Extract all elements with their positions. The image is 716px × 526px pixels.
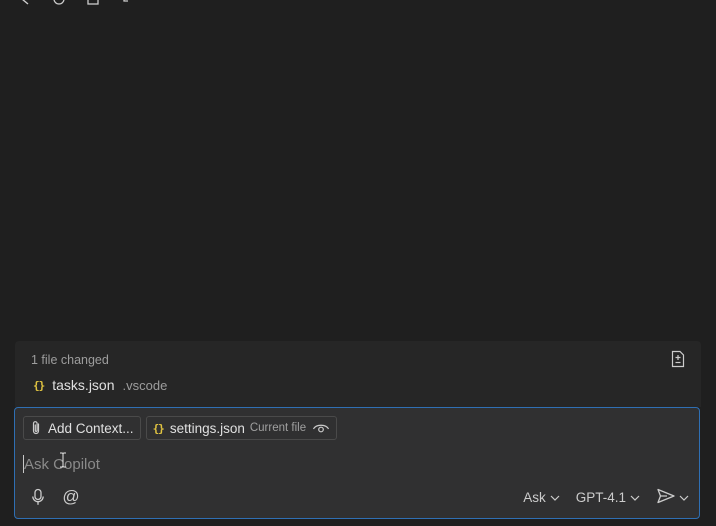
add-context-label: Add Context... <box>48 420 134 436</box>
mention-icon[interactable]: @ <box>62 487 80 506</box>
current-file-chip[interactable]: {} settings.json Current file <box>145 416 338 440</box>
eye-icon[interactable] <box>312 422 330 434</box>
json-braces-icon: {} <box>33 378 45 392</box>
chat-input-box: Add Context... {} settings.json Current … <box>14 407 700 519</box>
add-context-button[interactable]: Add Context... <box>23 416 141 440</box>
changed-file-row[interactable]: {} tasks.json .vscode <box>33 377 167 393</box>
save-icon[interactable] <box>86 0 100 6</box>
send-icon <box>656 488 676 507</box>
chat-view: 1 file changed {} tasks.json .vscode Add… <box>0 0 716 526</box>
prompt-area <box>23 452 683 476</box>
history-icon[interactable] <box>52 0 66 6</box>
send-button[interactable] <box>656 488 689 507</box>
mode-label: Ask <box>523 490 546 505</box>
context-row: Add Context... {} settings.json Current … <box>23 416 338 440</box>
current-file-name: settings.json <box>169 420 245 436</box>
ibeam-cursor-icon <box>59 452 67 468</box>
chevron-down-icon <box>550 490 560 505</box>
diff-file-icon[interactable] <box>669 350 687 368</box>
microphone-icon[interactable] <box>29 488 47 506</box>
tool-icon[interactable] <box>120 0 134 6</box>
changed-file-name: tasks.json <box>52 377 115 393</box>
current-file-tag: Current file <box>249 422 307 434</box>
prompt-input[interactable] <box>24 455 664 473</box>
chevron-down-icon <box>630 490 640 505</box>
input-left-actions: @ <box>29 487 80 506</box>
json-braces-icon: {} <box>152 421 165 435</box>
top-toolbar <box>18 0 134 6</box>
changes-panel: 1 file changed {} tasks.json .vscode <box>15 341 701 407</box>
input-right-actions: Ask GPT-4.1 <box>523 488 689 507</box>
changed-file-dir: .vscode <box>122 377 168 393</box>
back-icon[interactable] <box>18 0 32 6</box>
model-dropdown[interactable]: GPT-4.1 <box>576 490 640 505</box>
paperclip-icon <box>30 420 42 436</box>
chevron-down-icon[interactable] <box>679 490 689 505</box>
model-label: GPT-4.1 <box>575 490 626 505</box>
mode-dropdown[interactable]: Ask <box>523 490 560 505</box>
changes-summary: 1 file changed <box>31 353 109 367</box>
